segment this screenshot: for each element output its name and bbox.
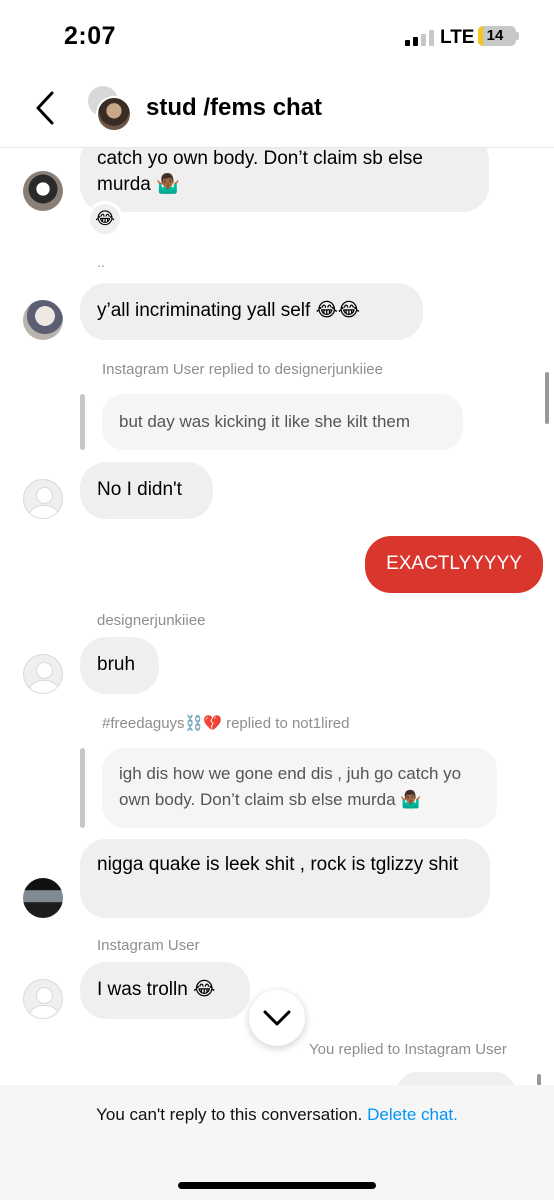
message-bubble[interactable]: catch yo own body. Don’t claim sb else m…	[80, 148, 489, 212]
avatar	[96, 96, 132, 132]
message-text: No I didn't	[97, 479, 182, 500]
message-divider: ..	[97, 254, 105, 270]
chevron-left-icon	[36, 91, 54, 125]
reply-context: You replied to Instagram User	[309, 1041, 507, 1058]
battery-icon: 14	[478, 26, 516, 46]
default-avatar[interactable]	[23, 979, 63, 1019]
sender-name: Instagram User	[97, 937, 200, 954]
signal-strength-icon	[405, 30, 435, 46]
message-text: nigga quake is leek shit , rock is tgliz…	[97, 854, 459, 875]
scrollbar[interactable]	[545, 372, 549, 424]
home-indicator[interactable]	[178, 1182, 376, 1189]
reply-quote-bar	[80, 394, 85, 450]
message-bubble[interactable]	[397, 1072, 515, 1085]
sender-avatar[interactable]	[23, 300, 63, 340]
reply-quote-bar	[80, 748, 85, 828]
footer-notice: You can't reply to this conversation. De…	[0, 1105, 554, 1125]
sender-avatar[interactable]	[23, 878, 63, 918]
chat-header: stud /fems chat	[0, 72, 554, 148]
status-time: 2:07	[64, 22, 117, 50]
message-bubble[interactable]: nigga quake is leek shit , rock is tgliz…	[80, 839, 490, 918]
scroll-to-bottom-button[interactable]	[249, 990, 305, 1046]
message-bubble[interactable]: No I didn't	[80, 462, 213, 519]
network-label: LTE	[440, 27, 475, 48]
message-text: EXACTLYYYYY	[386, 553, 522, 574]
reply-context: Instagram User replied to designerjunkii…	[102, 361, 383, 378]
chat-title[interactable]: stud /fems chat	[146, 94, 322, 122]
group-avatar[interactable]	[86, 84, 134, 132]
message-text: catch yo own body. Don’t claim sb else m…	[97, 148, 423, 195]
default-avatar[interactable]	[23, 654, 63, 694]
conversation-footer: You can't reply to this conversation. De…	[0, 1085, 554, 1200]
delete-chat-link[interactable]: Delete chat.	[367, 1105, 458, 1124]
message-bubble[interactable]: I was trolln 😂	[80, 962, 250, 1019]
battery-nub	[516, 32, 519, 40]
default-avatar[interactable]	[23, 479, 63, 519]
reply-quote[interactable]: igh dis how we gone end dis , juh go cat…	[102, 748, 497, 828]
cannot-reply-text: You can't reply to this conversation.	[96, 1105, 363, 1124]
sender-name: designerjunkiiee	[97, 612, 206, 629]
reply-quote-text: igh dis how we gone end dis , juh go cat…	[119, 764, 462, 809]
message-text: y’all incriminating yall self 😂😂	[97, 300, 360, 321]
reply-context: #freedaguys⛓️💔 replied to not1lired	[102, 715, 350, 732]
message-text: I was trolln 😂	[97, 979, 216, 1000]
message-text: bruh	[97, 654, 136, 675]
reply-quote[interactable]: but day was kicking it like she kilt the…	[102, 394, 463, 450]
message-bubble[interactable]: bruh	[80, 637, 159, 694]
sender-avatar[interactable]	[23, 171, 63, 211]
back-button[interactable]	[30, 88, 62, 128]
reply-quote-text: but day was kicking it like she kilt the…	[119, 412, 411, 431]
reaction-emoji[interactable]: 😂	[87, 201, 123, 237]
message-bubble[interactable]: y’all incriminating yall self 😂😂	[80, 283, 423, 340]
status-bar: 2:07 LTE 14	[0, 0, 554, 72]
sent-message-bubble[interactable]: EXACTLYYYYY	[365, 536, 543, 593]
message-thread[interactable]: catch yo own body. Don’t claim sb else m…	[0, 148, 554, 1085]
battery-percent: 14	[486, 27, 504, 44]
chevron-down-icon	[263, 1010, 291, 1026]
